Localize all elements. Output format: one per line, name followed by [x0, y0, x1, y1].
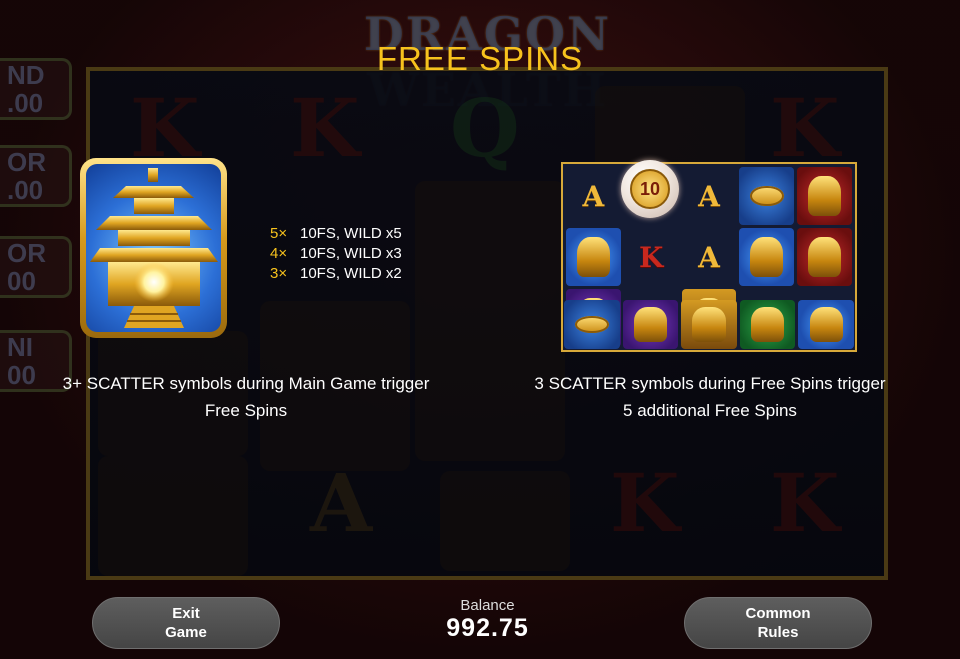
symbol-temple	[798, 300, 854, 349]
symbol-k: K	[639, 240, 664, 274]
side-panel-major: OR .00	[0, 145, 72, 207]
symbol-coins	[739, 167, 795, 225]
common-rules-button[interactable]: Common Rules	[684, 597, 872, 649]
page-title: FREE SPINS	[376, 40, 584, 77]
paytable-count: 5×	[270, 225, 288, 242]
balance-label: Balance	[460, 597, 515, 614]
temple-icon	[86, 164, 221, 332]
pearl-value: 10	[630, 169, 670, 209]
symbol-dragon	[681, 300, 737, 349]
paytable-row: 5× 10FS, WILD x5	[270, 224, 402, 244]
free-spins-example-grid-bottom-row	[564, 300, 854, 349]
symbol-coins	[564, 300, 620, 349]
paytable-reward: 10FS, WILD x2	[300, 265, 402, 282]
paytable-count: 4×	[270, 245, 288, 262]
balance-value: 992.75	[446, 614, 529, 642]
symbol-lion	[797, 167, 852, 225]
scatter-paytable: 5× 10FS, WILD x5 4× 10FS, WILD x3 3× 10F…	[270, 224, 402, 284]
symbol-a: A	[698, 179, 720, 213]
paytable-reward: 10FS, WILD x5	[300, 225, 402, 242]
symbol-toad	[622, 300, 679, 349]
free-spins-description: 3 SCATTER symbols during Free Spins trig…	[534, 374, 886, 420]
symbol-a: A	[698, 240, 720, 274]
main-game-description: 3+ SCATTER symbols during Main Game trig…	[62, 374, 430, 420]
exit-game-button[interactable]: Exit Game	[92, 597, 280, 649]
symbol-temple	[566, 228, 621, 286]
paytable-row: 3× 10FS, WILD x2	[270, 264, 402, 284]
balance-display: Balance 992.75	[400, 597, 575, 643]
symbol-money-tree	[739, 300, 796, 349]
paytable-reward: 10FS, WILD x3	[300, 245, 402, 262]
pearl-icon: 10	[621, 160, 679, 218]
symbol-a: A	[582, 179, 605, 213]
symbol-temple	[739, 228, 795, 286]
side-panel-minor: OR 00	[0, 236, 72, 298]
symbol-lion	[797, 228, 852, 286]
scatter-symbol	[80, 158, 227, 338]
paytable-row: 4× 10FS, WILD x3	[270, 244, 402, 264]
paytable-count: 3×	[270, 265, 288, 282]
